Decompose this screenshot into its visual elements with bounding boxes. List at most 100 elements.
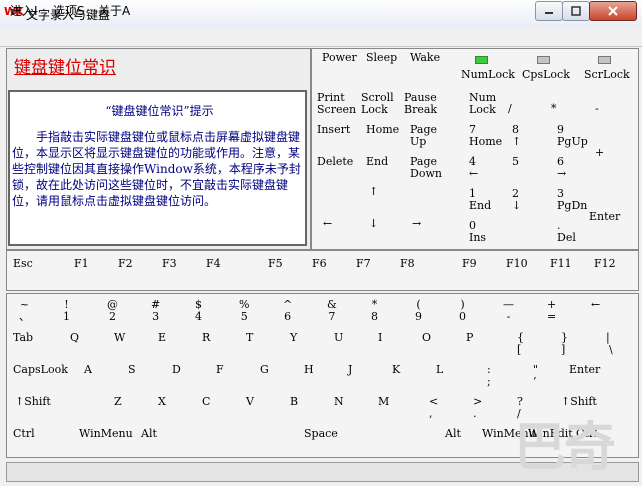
key-period[interactable]: >. — [473, 396, 482, 420]
key-arrow-down[interactable]: ↓ — [369, 218, 378, 230]
key-num3[interactable]: 3 PgDn — [557, 188, 587, 212]
minimize-button[interactable] — [535, 1, 563, 21]
key-j[interactable]: J — [348, 364, 352, 376]
key-f8[interactable]: F8 — [400, 258, 415, 270]
key-c[interactable]: C — [202, 396, 210, 408]
key-s[interactable]: S — [128, 364, 136, 376]
key-5[interactable]: % 5 — [239, 299, 249, 323]
key-k[interactable]: K — [392, 364, 400, 376]
key-y[interactable]: Y — [290, 332, 297, 344]
key-0[interactable]: ) 0 — [459, 299, 466, 323]
key-num8[interactable]: 8 ↑ — [512, 124, 521, 148]
key-b[interactable]: B — [290, 396, 298, 408]
key-num-dot[interactable]: . Del — [557, 220, 576, 244]
key-left-shift[interactable]: ↑Shift — [15, 396, 51, 408]
key-f10[interactable]: F10 — [506, 258, 528, 270]
key-num-enter[interactable]: Enter — [589, 211, 620, 223]
key-m[interactable]: M — [378, 396, 389, 408]
key-f6[interactable]: F6 — [312, 258, 327, 270]
maximize-button[interactable] — [562, 1, 590, 21]
key-home[interactable]: Home — [366, 124, 399, 136]
key-f2[interactable]: F2 — [118, 258, 133, 270]
key-rbracket[interactable]: }] — [561, 332, 568, 356]
key-f12[interactable]: F12 — [594, 258, 616, 270]
close-button[interactable] — [589, 1, 637, 21]
key-left-winmenu[interactable]: WinMenu — [79, 428, 133, 440]
key-wake[interactable]: Wake — [410, 52, 440, 64]
key-6[interactable]: ^ 6 — [283, 299, 292, 323]
key-t[interactable]: T — [246, 332, 253, 344]
key-comma[interactable]: <, — [429, 396, 438, 420]
key-lbracket[interactable]: {[ — [517, 332, 524, 356]
key-r[interactable]: R — [202, 332, 210, 344]
key-9[interactable]: (9 — [415, 299, 422, 323]
key-a[interactable]: A — [84, 364, 92, 376]
key-arrow-left[interactable]: ← — [323, 218, 332, 230]
key-insert[interactable]: Insert — [317, 124, 350, 136]
key-arrow-right[interactable]: → — [412, 218, 421, 230]
key-sleep[interactable]: Sleep — [366, 52, 397, 64]
key-pause[interactable]: Pause Break — [404, 92, 437, 116]
key-num6[interactable]: 6 → — [557, 156, 566, 180]
key-num2[interactable]: 2 ↓ — [512, 188, 521, 212]
key-f1[interactable]: F1 — [74, 258, 89, 270]
key-1[interactable]: ! 1 — [63, 299, 70, 323]
key-minus[interactable]: — - — [503, 299, 514, 323]
menu-about[interactable]: 关于A — [98, 2, 130, 19]
key-n[interactable]: N — [334, 396, 344, 408]
key-7[interactable]: & 7 — [327, 299, 337, 323]
key-num1[interactable]: 1 End — [469, 188, 491, 212]
key-tilde[interactable]: ~、 — [19, 299, 30, 323]
key-left-alt[interactable]: Alt — [141, 428, 157, 440]
key-pagedown[interactable]: Page Down — [410, 156, 442, 180]
key-l[interactable]: L — [436, 364, 443, 376]
key-num-star[interactable]: * — [551, 103, 557, 115]
key-o[interactable]: O — [422, 332, 431, 344]
key-backslash[interactable]: | \ — [606, 332, 613, 356]
key-scrolllock[interactable]: Scroll Lock — [361, 92, 394, 116]
key-g[interactable]: G — [260, 364, 269, 376]
key-semicolon[interactable]: :; — [487, 364, 491, 388]
key-u[interactable]: U — [334, 332, 343, 344]
key-d[interactable]: D — [172, 364, 181, 376]
key-esc[interactable]: Esc — [13, 258, 33, 270]
key-equals[interactable]: + = — [547, 299, 556, 323]
key-f7[interactable]: F7 — [356, 258, 371, 270]
key-w[interactable]: W — [114, 332, 125, 344]
key-num4[interactable]: 4 ← — [469, 156, 478, 180]
key-num-minus[interactable]: - — [595, 103, 599, 115]
key-tab[interactable]: Tab — [13, 332, 33, 344]
key-f[interactable]: F — [216, 364, 224, 376]
key-pageup[interactable]: Page Up — [410, 124, 437, 148]
key-q[interactable]: Q — [70, 332, 79, 344]
key-backspace[interactable]: ← — [591, 299, 600, 311]
key-v[interactable]: V — [246, 396, 254, 408]
key-f5[interactable]: F5 — [268, 258, 283, 270]
key-p[interactable]: P — [466, 332, 473, 344]
key-num7[interactable]: 7 Home — [469, 124, 502, 148]
key-num-slash[interactable]: / — [508, 103, 512, 115]
key-f4[interactable]: F4 — [206, 258, 221, 270]
key-capslock[interactable]: CapsLook — [13, 364, 68, 376]
key-f9[interactable]: F9 — [462, 258, 477, 270]
key-power[interactable]: Power — [322, 52, 357, 64]
key-4[interactable]: $4 — [195, 299, 202, 323]
key-num-plus[interactable]: + — [595, 147, 604, 159]
key-h[interactable]: H — [304, 364, 314, 376]
menu-options[interactable]: 选项S — [53, 2, 85, 19]
key-delete[interactable]: Delete — [317, 156, 353, 168]
key-i[interactable]: I — [378, 332, 382, 344]
key-x[interactable]: X — [158, 396, 166, 408]
key-end[interactable]: End — [366, 156, 388, 168]
key-3[interactable]: #3 — [151, 299, 160, 323]
menu-enter[interactable]: 进入I — [10, 2, 38, 19]
key-left-ctrl[interactable]: Ctrl — [13, 428, 35, 440]
key-printscreen[interactable]: Print Screen — [317, 92, 356, 116]
key-numlock[interactable]: Num Lock — [469, 92, 496, 116]
key-f3[interactable]: F3 — [162, 258, 177, 270]
key-num0[interactable]: 0 Ins — [469, 220, 486, 244]
key-num9[interactable]: 9 PgUp — [557, 124, 588, 148]
key-f11[interactable]: F11 — [550, 258, 572, 270]
key-8[interactable]: * 8 — [371, 299, 378, 323]
key-2[interactable]: @2 — [107, 299, 118, 323]
